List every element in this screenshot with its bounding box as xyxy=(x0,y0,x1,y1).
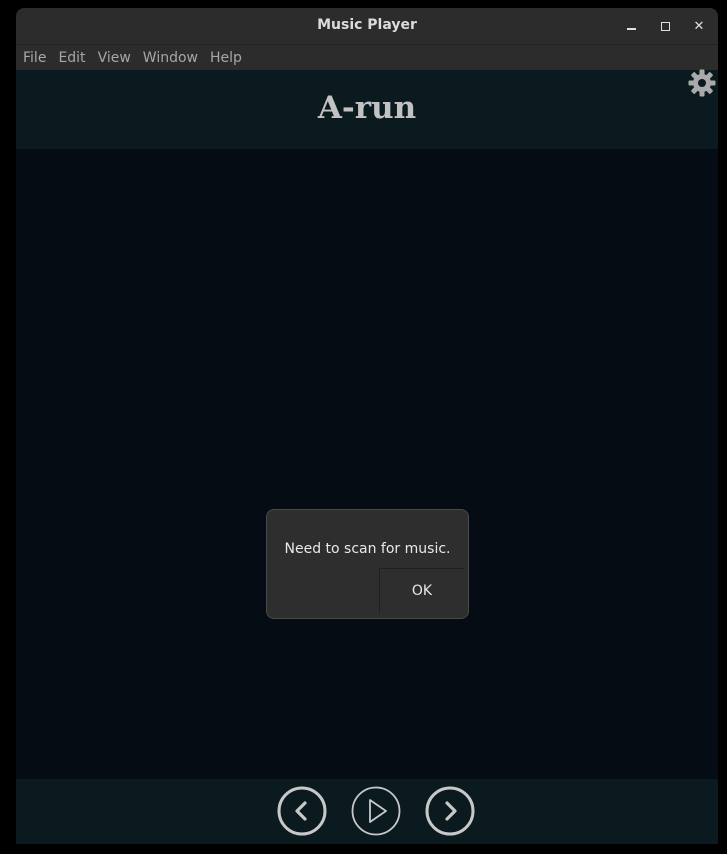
chevron-left-icon[interactable] xyxy=(277,786,327,836)
app-header: A-run xyxy=(16,70,718,149)
minimize-icon[interactable] xyxy=(620,15,642,37)
menu-file[interactable]: File xyxy=(16,46,51,70)
menu-view[interactable]: View xyxy=(91,46,136,70)
music-player-window: Music Player ✕ File Edit View Window Hel… xyxy=(16,8,718,844)
title-bar[interactable]: Music Player ✕ xyxy=(16,8,718,44)
gear-icon[interactable] xyxy=(687,68,717,98)
player-controls-bar xyxy=(16,779,718,844)
menu-edit[interactable]: Edit xyxy=(51,46,90,70)
scan-dialog: Need to scan for music. OK xyxy=(266,509,469,619)
menu-help[interactable]: Help xyxy=(203,46,247,70)
menu-window[interactable]: Window xyxy=(136,46,203,70)
close-icon[interactable]: ✕ xyxy=(688,15,710,37)
dialog-message: Need to scan for music. xyxy=(284,541,451,557)
menu-bar: File Edit View Window Help xyxy=(16,44,718,70)
chevron-right-icon[interactable] xyxy=(425,786,475,836)
ok-button[interactable]: OK xyxy=(379,568,464,613)
maximize-icon[interactable] xyxy=(654,15,676,37)
window-title: Music Player xyxy=(317,17,417,33)
play-icon[interactable] xyxy=(351,786,401,836)
app-title: A-run xyxy=(317,90,417,126)
main-content: Need to scan for music. OK xyxy=(16,149,718,779)
